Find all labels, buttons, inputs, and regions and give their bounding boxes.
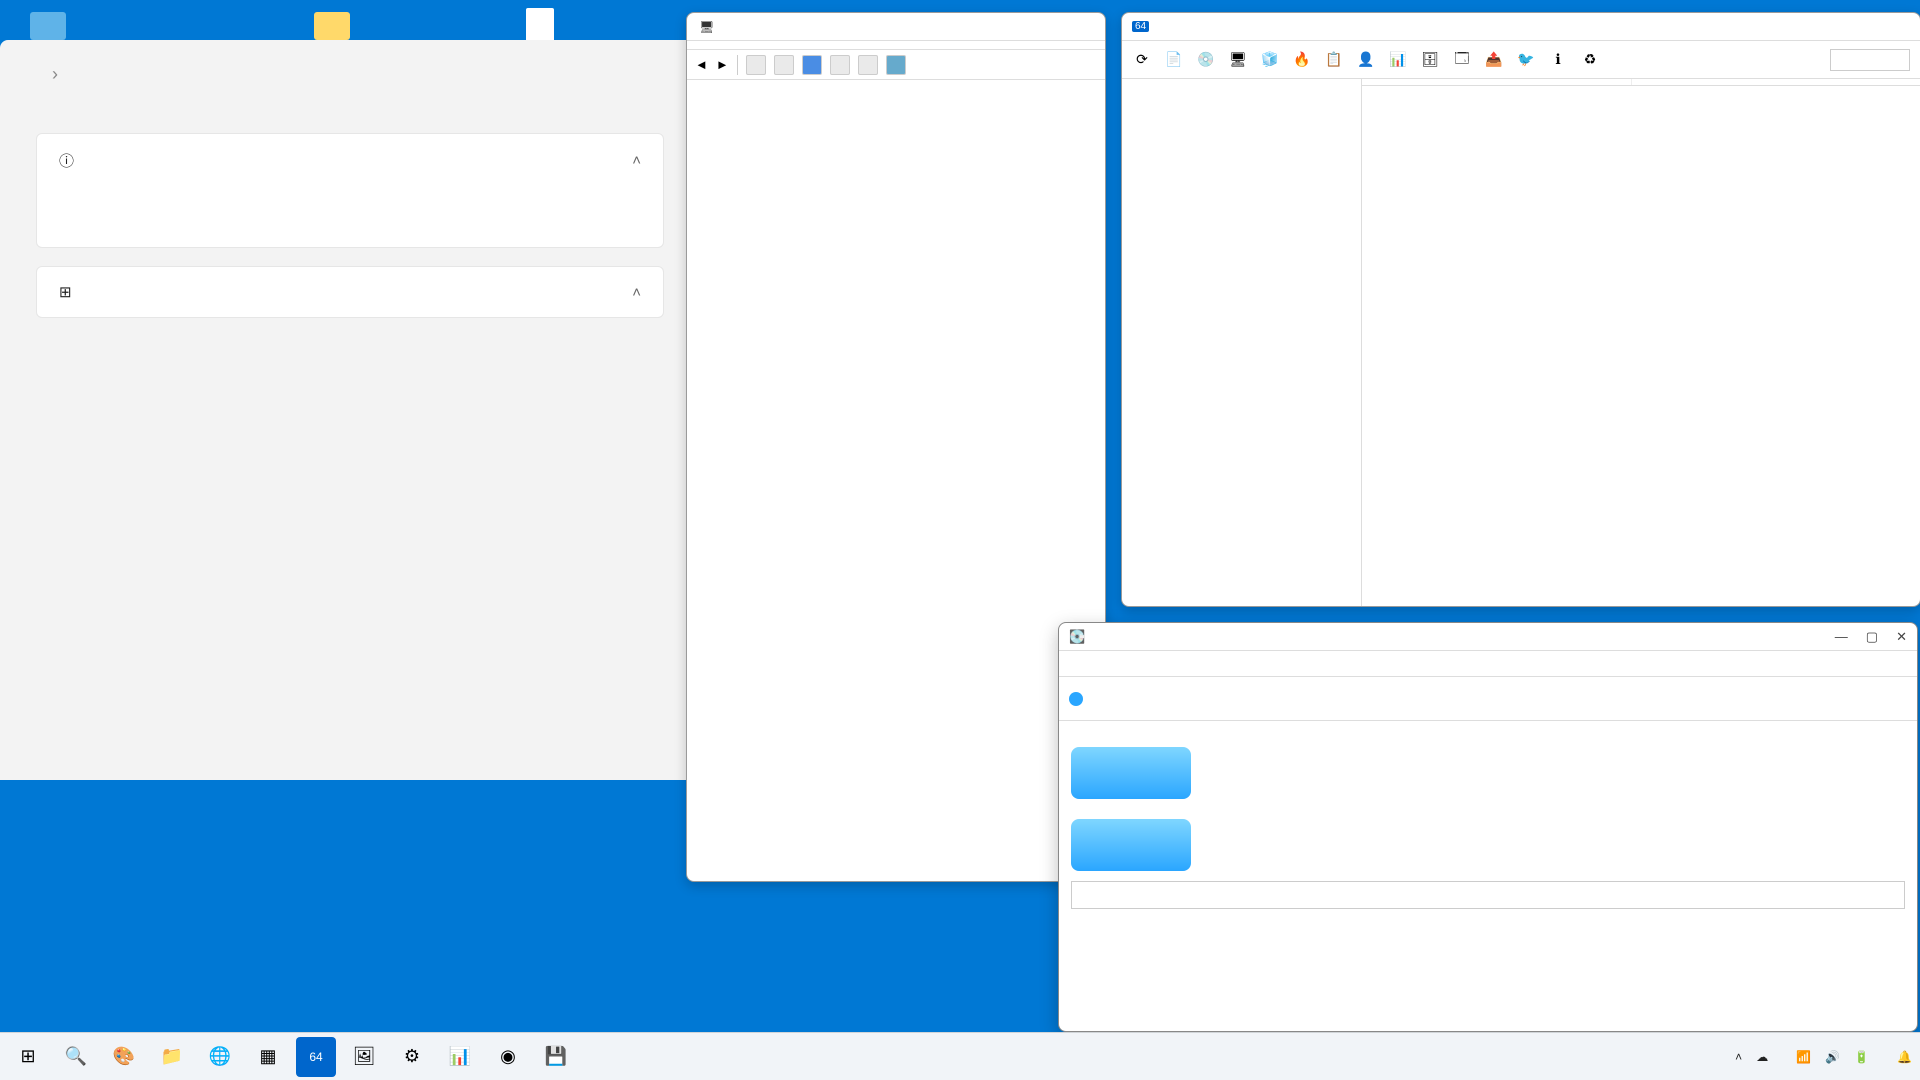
- clipboard-icon[interactable]: 📋: [1324, 50, 1344, 70]
- search-icon[interactable]: 🔍: [56, 1037, 96, 1077]
- close-icon[interactable]: ✕: [1896, 629, 1907, 645]
- breadcrumb: ›: [36, 64, 664, 85]
- device-manager-window: 🖥 ◄ ►: [686, 12, 1106, 882]
- app-pinned[interactable]: 🖼: [344, 1037, 384, 1077]
- hdd-icon: 💽: [1069, 629, 1085, 645]
- edge-icon[interactable]: 🌐: [200, 1037, 240, 1077]
- chevron-up-icon[interactable]: ˄: [632, 284, 641, 301]
- attribute-table-header: [1071, 881, 1905, 909]
- chevron-up-icon[interactable]: ˄: [1735, 1050, 1742, 1064]
- toolbar-button[interactable]: [830, 55, 850, 75]
- toolbar-button[interactable]: [774, 55, 794, 75]
- aida64-tree[interactable]: [1122, 79, 1362, 606]
- refresh-icon[interactable]: ⟳: [1132, 50, 1152, 70]
- health-pill: [1071, 747, 1191, 799]
- taskbar: ⊞ 🔍 🎨 📁 🌐 ▦ 64 🖼 ⚙ 📊 ◉ 💾 ˄ ☁ 📶 🔊 🔋 🔔: [0, 1032, 1920, 1080]
- report-icon[interactable]: 📄: [1164, 50, 1184, 70]
- user-icon[interactable]: 👤: [1356, 50, 1376, 70]
- app-pinned[interactable]: 💾: [536, 1037, 576, 1077]
- maximize-icon[interactable]: ▢: [1866, 629, 1878, 645]
- battery-icon[interactable]: 🔋: [1854, 1050, 1869, 1064]
- app-pinned[interactable]: ▦: [248, 1037, 288, 1077]
- chart-icon[interactable]: 📊: [1388, 50, 1408, 70]
- recycle-icon[interactable]: ♻: [1580, 50, 1600, 70]
- cdi-menu: [1059, 651, 1917, 677]
- app-pinned[interactable]: 🎨: [104, 1037, 144, 1077]
- settings-window: › ⓘ ˄ ⊞ ˄: [0, 40, 700, 780]
- device-tree-icon: 🖥: [699, 20, 714, 34]
- minimize-icon[interactable]: ―: [1835, 629, 1848, 645]
- wifi-icon[interactable]: 📶: [1796, 1050, 1811, 1064]
- chevron-up-icon[interactable]: ˄: [632, 152, 641, 169]
- status-dot-icon: [1069, 692, 1083, 706]
- back-icon[interactable]: ◄: [695, 57, 708, 72]
- app-pinned[interactable]: 📊: [440, 1037, 480, 1077]
- cube-icon[interactable]: 🧊: [1260, 50, 1280, 70]
- flame-icon[interactable]: 🔥: [1292, 50, 1312, 70]
- aida64-taskbar-icon[interactable]: 64: [296, 1037, 336, 1077]
- aida64-toolbar: ⟳ 📄 💿 🖥 🧊 🔥 📋 👤 📊 🗄 🗔 📤 🐦 ℹ ♻: [1122, 41, 1920, 79]
- cloud-icon[interactable]: ☁: [1756, 1050, 1768, 1064]
- windows-icon: ⊞: [59, 283, 72, 301]
- toolbar-button[interactable]: [746, 55, 766, 75]
- crystaldiskinfo-window: 💽 ― ▢ ✕: [1058, 622, 1918, 1032]
- cdi-disk-tab[interactable]: [1059, 677, 1917, 721]
- chrome-icon[interactable]: ◉: [488, 1037, 528, 1077]
- devmgr-menu: [687, 41, 1105, 50]
- send-icon[interactable]: 📤: [1484, 50, 1504, 70]
- toolbar-button[interactable]: [886, 55, 906, 75]
- volume-icon[interactable]: 🔊: [1825, 1050, 1840, 1064]
- aida64-icon: 64: [1132, 21, 1149, 32]
- toolbar-button[interactable]: [802, 55, 822, 75]
- toolbar-button[interactable]: [858, 55, 878, 75]
- disk-model: [1059, 721, 1917, 737]
- col-value[interactable]: [1632, 79, 1920, 85]
- monitor-icon[interactable]: 🖥: [1228, 50, 1248, 70]
- spec-icon: ⓘ: [59, 150, 74, 171]
- start-button[interactable]: ⊞: [8, 1037, 48, 1077]
- aida64-list: [1362, 79, 1920, 606]
- chevron-right-icon: ›: [52, 64, 58, 85]
- info-icon[interactable]: ℹ: [1548, 50, 1568, 70]
- devmgr-toolbar: ◄ ►: [687, 50, 1105, 80]
- disc-icon[interactable]: 💿: [1196, 50, 1216, 70]
- aida64-window: 64 ⟳ 📄 💿 🖥 🧊 🔥 📋 👤 📊 🗄 🗔 📤 🐦 ℹ ♻: [1121, 12, 1920, 607]
- notification-icon[interactable]: 🔔: [1897, 1050, 1912, 1064]
- panel-icon[interactable]: 🗔: [1452, 50, 1472, 70]
- forward-icon[interactable]: ►: [716, 57, 729, 72]
- bird-icon[interactable]: 🐦: [1516, 50, 1536, 70]
- col-field[interactable]: [1362, 79, 1632, 85]
- db-icon[interactable]: 🗄: [1420, 50, 1440, 70]
- settings-icon[interactable]: ⚙: [392, 1037, 432, 1077]
- device-tree[interactable]: [687, 80, 1105, 92]
- file-explorer-icon[interactable]: 📁: [152, 1037, 192, 1077]
- search-input[interactable]: [1830, 49, 1910, 71]
- temp-pill: [1071, 819, 1191, 871]
